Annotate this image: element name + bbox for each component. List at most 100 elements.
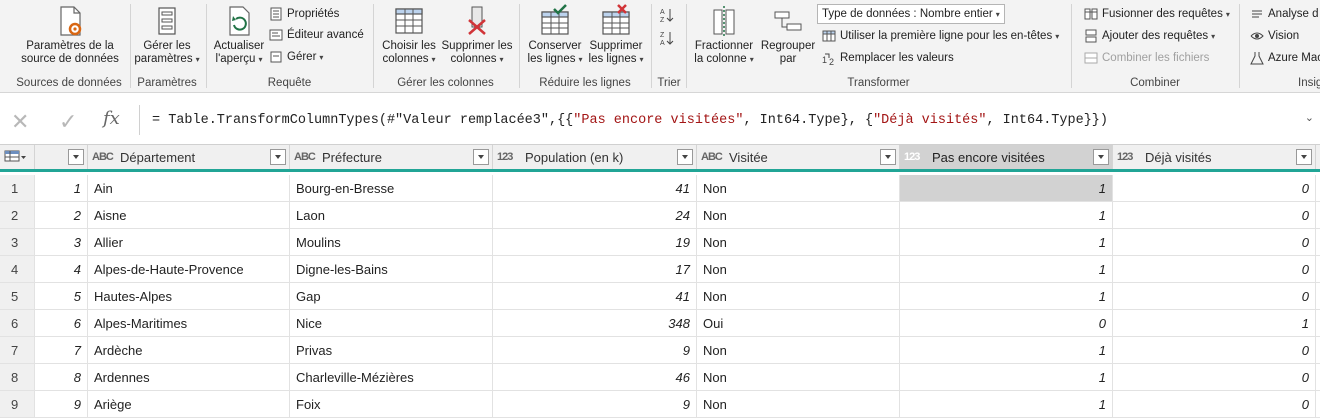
cell-pas-encore-visitees[interactable]: 1	[900, 364, 1113, 390]
cell-visitee[interactable]: Non	[697, 364, 900, 390]
use-first-row-headers-button[interactable]: Utiliser la première ligne pour les en-t…	[822, 26, 1059, 46]
cell-prefecture[interactable]: Laon	[290, 202, 493, 228]
remove-rows-button[interactable]: Supprimer les lignes ▾	[586, 4, 646, 66]
formula-input[interactable]: = Table.TransformColumnTypes(#"Valeur re…	[152, 113, 1108, 128]
cell-deja-visites[interactable]: 1	[1113, 310, 1316, 336]
cell-visitee[interactable]: Non	[697, 283, 900, 309]
row-number[interactable]: 6	[0, 310, 35, 336]
refresh-preview-button[interactable]: Actualiser l'aperçu ▾	[211, 4, 267, 66]
cell-pas-encore-visitees[interactable]: 1	[900, 337, 1113, 363]
table-row[interactable]: 3 3 Allier Moulins 19 Non 1 0	[0, 229, 1320, 256]
cell-pas-encore-visitees[interactable]: 1	[900, 202, 1113, 228]
confirm-icon[interactable]: ✓	[59, 109, 77, 135]
filter-dropdown-icon[interactable]	[1093, 149, 1109, 165]
cell-pas-encore-visitees[interactable]: 1	[900, 256, 1113, 282]
column-header-pas-encore-visitees[interactable]: 123 Pas encore visitées	[900, 145, 1113, 169]
column-header-population[interactable]: 123 Population (en k)	[493, 145, 697, 169]
cell-deja-visites[interactable]: 0	[1113, 175, 1316, 201]
integer-type-icon[interactable]: 123	[904, 151, 926, 163]
row-number[interactable]: 7	[0, 337, 35, 363]
text-type-icon[interactable]: ABC	[294, 151, 316, 163]
column-header-visitee[interactable]: ABC Visitée	[697, 145, 900, 169]
table-row[interactable]: 5 5 Hautes-Alpes Gap 41 Non 1 0	[0, 283, 1320, 310]
cell-deja-visites[interactable]: 0	[1113, 202, 1316, 228]
table-menu-button[interactable]	[0, 145, 35, 169]
cell-visitee[interactable]: Non	[697, 229, 900, 255]
cell-departement[interactable]: Hautes-Alpes	[88, 283, 290, 309]
cell-pas-encore-visitees[interactable]: 0	[900, 310, 1113, 336]
cell-population[interactable]: 41	[493, 175, 697, 201]
cell-departement[interactable]: Allier	[88, 229, 290, 255]
group-by-button[interactable]: Regrouper par	[758, 4, 818, 66]
cell-prefecture[interactable]: Charleville-Mézières	[290, 364, 493, 390]
cell-prefecture[interactable]: Bourg-en-Bresse	[290, 175, 493, 201]
column-header-deja-visites[interactable]: 123 Déjà visités	[1113, 145, 1316, 169]
combine-files-button[interactable]: Combiner les fichiers	[1084, 48, 1209, 68]
cell-deja-visites[interactable]: 0	[1113, 391, 1316, 417]
cell-prefecture[interactable]: Privas	[290, 337, 493, 363]
filter-dropdown-icon[interactable]	[473, 149, 489, 165]
manage-query-button[interactable]: Gérer ▾	[269, 47, 323, 67]
advanced-editor-button[interactable]: Éditeur avancé	[269, 25, 364, 45]
cell-pas-encore-visitees[interactable]: 1	[900, 229, 1113, 255]
cell-deja-visites[interactable]: 0	[1113, 337, 1316, 363]
split-column-button[interactable]: Fractionner la colonne ▾	[691, 4, 757, 66]
filter-dropdown-icon[interactable]	[270, 149, 286, 165]
cell-prefecture[interactable]: Moulins	[290, 229, 493, 255]
table-row[interactable]: 9 9 Ariège Foix 9 Non 1 0	[0, 391, 1320, 418]
text-analysis-button[interactable]: Analyse d	[1250, 4, 1319, 24]
filter-dropdown-icon[interactable]	[68, 149, 84, 165]
table-row[interactable]: 2 2 Aisne Laon 24 Non 1 0	[0, 202, 1320, 229]
cell-index[interactable]: 3	[35, 229, 88, 255]
cell-population[interactable]: 46	[493, 364, 697, 390]
cell-prefecture[interactable]: Gap	[290, 283, 493, 309]
cell-visitee[interactable]: Non	[697, 202, 900, 228]
cell-prefecture[interactable]: Digne-les-Bains	[290, 256, 493, 282]
integer-type-icon[interactable]: 123	[497, 151, 519, 163]
cell-pas-encore-visitees[interactable]: 1	[900, 391, 1113, 417]
replace-values-button[interactable]: 12 Remplacer les valeurs	[822, 48, 954, 68]
manage-parameters-button[interactable]: Gérer les paramètres ▾	[131, 4, 203, 66]
column-header-index[interactable]	[35, 145, 88, 169]
cell-departement[interactable]: Ain	[88, 175, 290, 201]
cell-index[interactable]: 8	[35, 364, 88, 390]
cell-population[interactable]: 348	[493, 310, 697, 336]
data-source-settings-button[interactable]: Paramètres de la source de données	[14, 4, 126, 66]
column-header-prefecture[interactable]: ABC Préfecture	[290, 145, 493, 169]
data-type-dropdown[interactable]: Type de données : Nombre entier ▾	[817, 4, 1005, 24]
table-row[interactable]: 8 8 Ardennes Charleville-Mézières 46 Non 1 0	[0, 364, 1320, 391]
integer-type-icon[interactable]: 123	[1117, 151, 1139, 163]
cell-departement[interactable]: Ariège	[88, 391, 290, 417]
row-number[interactable]: 3	[0, 229, 35, 255]
cell-deja-visites[interactable]: 0	[1113, 364, 1316, 390]
cell-index[interactable]: 6	[35, 310, 88, 336]
table-row[interactable]: 7 7 Ardèche Privas 9 Non 1 0	[0, 337, 1320, 364]
azure-ml-button[interactable]: Azure Mac	[1250, 48, 1320, 68]
cell-deja-visites[interactable]: 0	[1113, 229, 1316, 255]
row-number[interactable]: 9	[0, 391, 35, 417]
column-header-departement[interactable]: ABC Département	[88, 145, 290, 169]
cell-population[interactable]: 9	[493, 391, 697, 417]
properties-button[interactable]: Propriétés	[269, 4, 339, 24]
cell-population[interactable]: 9	[493, 337, 697, 363]
table-row[interactable]: 6 6 Alpes-Maritimes Nice 348 Oui 0 1	[0, 310, 1320, 337]
choose-columns-button[interactable]: Choisir les colonnes ▾	[378, 4, 440, 66]
cancel-icon[interactable]: ✕	[11, 109, 29, 135]
cell-visitee[interactable]: Non	[697, 391, 900, 417]
merge-queries-button[interactable]: Fusionner des requêtes ▾	[1084, 4, 1230, 24]
remove-columns-button[interactable]: Supprimer les colonnes ▾	[440, 4, 514, 66]
cell-visitee[interactable]: Non	[697, 256, 900, 282]
cell-deja-visites[interactable]: 0	[1113, 256, 1316, 282]
cell-population[interactable]: 24	[493, 202, 697, 228]
cell-index[interactable]: 1	[35, 175, 88, 201]
table-row[interactable]: 4 4 Alpes-de-Haute-Provence Digne-les-Bains…	[0, 256, 1320, 283]
cell-departement[interactable]: Ardèche	[88, 337, 290, 363]
row-number[interactable]: 4	[0, 256, 35, 282]
cell-index[interactable]: 9	[35, 391, 88, 417]
filter-dropdown-icon[interactable]	[1296, 149, 1312, 165]
chevron-down-icon[interactable]: ⌄	[1305, 111, 1314, 124]
sort-descending-button[interactable]: ZA	[660, 27, 678, 47]
cell-departement[interactable]: Ardennes	[88, 364, 290, 390]
function-icon[interactable]: fx	[103, 108, 120, 129]
text-type-icon[interactable]: ABC	[92, 151, 114, 163]
